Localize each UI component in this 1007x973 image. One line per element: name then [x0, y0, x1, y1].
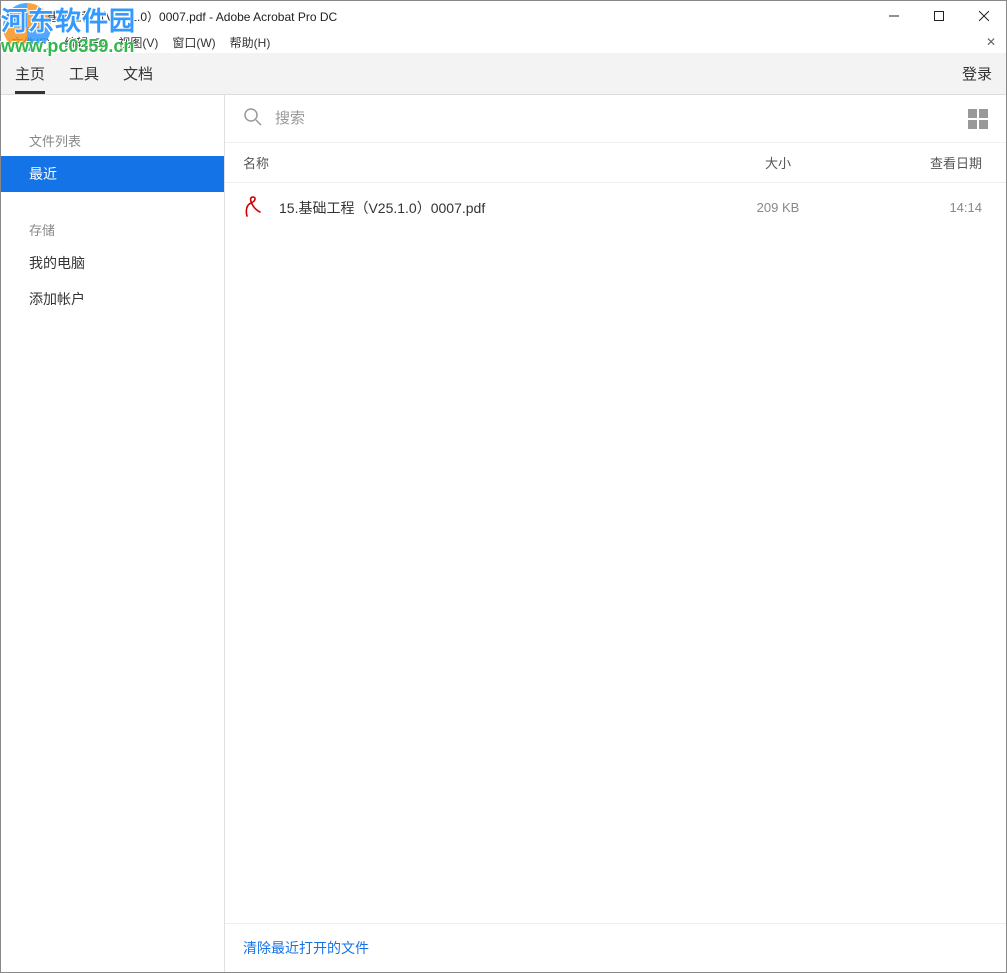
column-date[interactable]: 查看日期 — [848, 153, 988, 172]
search-input[interactable] — [275, 110, 968, 127]
tab-home[interactable]: 主页 — [15, 53, 45, 94]
list-header: 名称 大小 查看日期 — [225, 143, 1006, 183]
sidebar-item-mycomputer[interactable]: 我的电脑 — [1, 245, 224, 281]
menu-bar: 文件(F) 编辑(E) 视图(V) 窗口(W) 帮助(H) ✕ — [1, 31, 1006, 53]
file-date: 14:14 — [848, 200, 988, 215]
close-button[interactable] — [961, 1, 1006, 31]
content-area: 文件列表 最近 存储 我的电脑 添加帐户 名称 大小 查看日期 — [1, 95, 1006, 972]
search-row — [225, 95, 1006, 143]
menu-file[interactable]: 文件(F) — [5, 32, 56, 53]
sidebar-item-recent[interactable]: 最近 — [1, 156, 224, 192]
pdf-icon — [243, 195, 265, 220]
tab-document[interactable]: 文档 — [123, 53, 153, 94]
file-size: 209 KB — [708, 200, 848, 215]
menu-view[interactable]: 视图(V) — [112, 32, 164, 53]
file-name: 15.基础工程（V25.1.0）0007.pdf — [279, 198, 708, 218]
app-icon — [7, 8, 23, 24]
sidebar-heading-storage: 存储 — [1, 214, 224, 245]
window-controls — [871, 1, 1006, 31]
column-name[interactable]: 名称 — [243, 153, 708, 172]
tab-document-label: 文档 — [123, 63, 153, 84]
title-bar: 15.基础工程（V25.1.0）0007.pdf - Adobe Acrobat… — [1, 1, 1006, 31]
sidebar-item-addaccount[interactable]: 添加帐户 — [1, 281, 224, 317]
column-size[interactable]: 大小 — [708, 153, 848, 172]
menu-help[interactable]: 帮助(H) — [224, 32, 277, 53]
sidebar-heading-files: 文件列表 — [1, 125, 224, 156]
grid-view-icon[interactable] — [968, 109, 988, 129]
tab-bar: 主页 工具 文档 登录 — [1, 53, 1006, 95]
document-close-icon[interactable]: ✕ — [980, 35, 1002, 49]
menu-window[interactable]: 窗口(W) — [166, 32, 221, 53]
main-panel: 名称 大小 查看日期 15.基础工程（V25.1.0）0007.pdf 209 … — [225, 95, 1006, 972]
file-row[interactable]: 15.基础工程（V25.1.0）0007.pdf 209 KB 14:14 — [225, 183, 1006, 232]
sidebar: 文件列表 最近 存储 我的电脑 添加帐户 — [1, 95, 225, 972]
clear-recent-link[interactable]: 清除最近打开的文件 — [225, 923, 1006, 972]
tab-tools[interactable]: 工具 — [69, 53, 99, 94]
minimize-button[interactable] — [871, 1, 916, 31]
login-link[interactable]: 登录 — [962, 63, 992, 84]
search-icon — [243, 107, 263, 130]
menu-edit[interactable]: 编辑(E) — [58, 32, 110, 53]
tab-tools-label: 工具 — [69, 63, 99, 84]
maximize-button[interactable] — [916, 1, 961, 31]
tab-home-label: 主页 — [15, 63, 45, 84]
window-title: 15.基础工程（V25.1.0）0007.pdf - Adobe Acrobat… — [29, 8, 337, 25]
